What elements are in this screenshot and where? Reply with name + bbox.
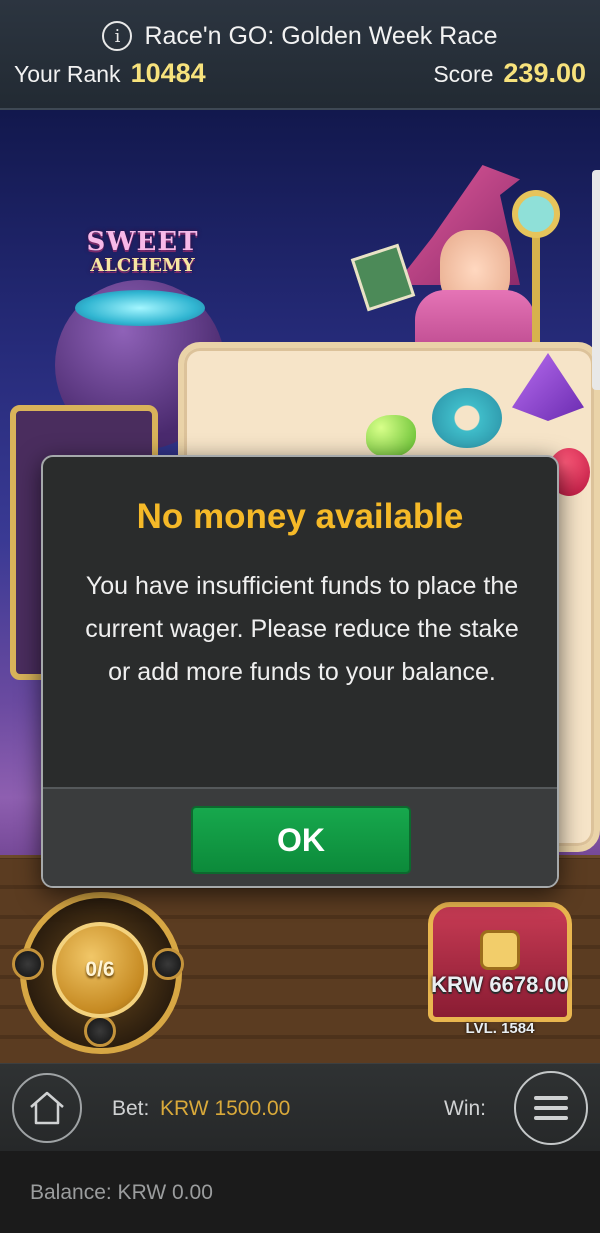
rank-label: Your Rank: [14, 61, 121, 87]
info-icon[interactable]: i: [102, 21, 133, 51]
game-logo-line1: SWEET: [86, 227, 199, 257]
bet-value: KRW 1500.00: [160, 1097, 291, 1120]
score-value: 239.00: [503, 58, 586, 88]
chest-amount: KRW 6678.00: [431, 972, 569, 997]
chest-lock-icon: [480, 930, 520, 970]
rank-display: Your Rank 10484: [14, 58, 206, 94]
scroll-handle[interactable]: [592, 170, 600, 390]
home-icon: [30, 1091, 64, 1125]
game-logo: SWEET ALCHEMY: [70, 228, 215, 288]
staff-orb-illustration: [512, 190, 560, 238]
jelly-bean-symbol: [366, 415, 416, 457]
game-logo-line2: ALCHEMY: [90, 255, 195, 276]
dialog-footer: OK: [43, 787, 557, 886]
win-label: Win:: [444, 1097, 486, 1120]
race-info-bar: i Race'n GO: Golden Week Race Your Rank …: [0, 0, 600, 110]
chest-level: LVL. 1584: [465, 1020, 535, 1037]
orb-icon: [12, 948, 44, 980]
hamburger-menu-icon: [534, 1096, 568, 1120]
orb-icon: [152, 948, 184, 980]
race-title: Race'n GO: Golden Week Race: [144, 21, 498, 50]
bottom-control-bar: Bet: KRW 1500.00 Win:: [0, 1063, 600, 1151]
orb-icon: [84, 1015, 116, 1047]
home-button[interactable]: [12, 1073, 82, 1143]
rank-value: 10484: [130, 58, 206, 88]
bet-label: Bet:: [112, 1097, 150, 1120]
no-money-dialog: No money available You have insufficient…: [41, 455, 559, 888]
score-label: Score: [433, 61, 494, 87]
score-display: Score 239.00: [433, 58, 586, 94]
race-title-row: i Race'n GO: Golden Week Race: [0, 18, 600, 54]
donut-candy-symbol: [432, 388, 502, 448]
free-spins-counter: 0/6: [52, 922, 148, 1018]
spellbook-illustration: [350, 243, 416, 312]
ok-button[interactable]: OK: [191, 806, 411, 874]
menu-button[interactable]: [514, 1071, 588, 1145]
balance-bar: Balance: KRW 0.00: [0, 1151, 600, 1233]
cauldron-potion: [75, 290, 205, 326]
balance-text: Balance: KRW 0.00: [30, 1181, 213, 1204]
dialog-title: No money available: [136, 497, 464, 536]
dialog-message: You have insufficient funds to place the…: [85, 572, 519, 686]
